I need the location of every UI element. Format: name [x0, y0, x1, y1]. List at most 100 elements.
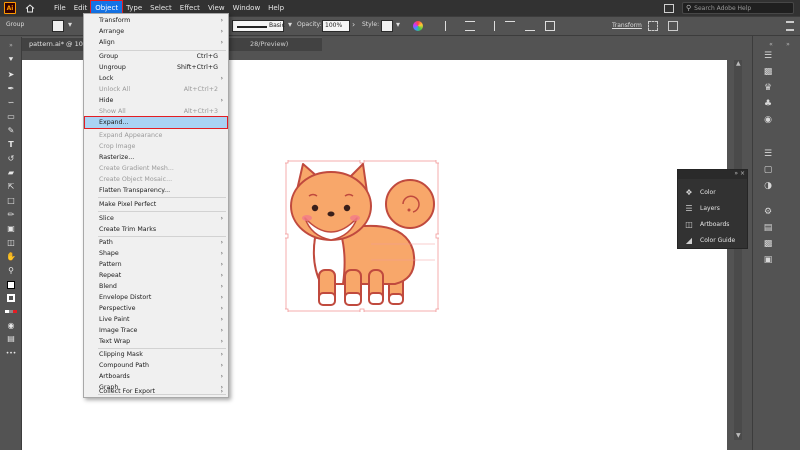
- zoom-tool-icon[interactable]: ⚲: [4, 265, 18, 275]
- more-tools-icon[interactable]: •••: [4, 348, 18, 358]
- menu-help[interactable]: Help: [264, 1, 288, 15]
- panel-color[interactable]: ❖ Color: [684, 185, 715, 199]
- scroll-down-icon[interactable]: ▼: [736, 432, 741, 439]
- menu-item-ungroup[interactable]: Ungroup Shift+Ctrl+G: [84, 62, 228, 73]
- menu-item-expand[interactable]: Expand...: [84, 116, 228, 129]
- stroke-swatch-icon[interactable]: [4, 293, 18, 303]
- search-help-input[interactable]: ⚲ Search Adobe Help: [682, 2, 794, 14]
- menu-item-slice[interactable]: Slice ›: [84, 213, 228, 224]
- free-transform-tool-icon[interactable]: □: [4, 195, 18, 205]
- transparency-panel-icon[interactable]: ◑: [761, 180, 775, 192]
- menu-item-flatten-transparency[interactable]: Flatten Transparency...: [84, 185, 228, 196]
- expand-panels-icon[interactable]: «: [764, 38, 778, 50]
- vertical-scrollbar[interactable]: [734, 60, 742, 440]
- menu-item-blend[interactable]: Blend ›: [84, 281, 228, 292]
- pen-tool-icon[interactable]: ✒: [4, 83, 18, 93]
- direct-selection-tool-icon[interactable]: ➤: [4, 69, 18, 79]
- hand-tool-icon[interactable]: ✋: [4, 251, 18, 261]
- menu-window[interactable]: Window: [229, 1, 265, 15]
- menu-item-align[interactable]: Align ›: [84, 37, 228, 48]
- fill-stroke-swatch-icon[interactable]: [4, 280, 18, 290]
- collapse-dock-icon[interactable]: »: [781, 38, 795, 50]
- graphic-styles-icon[interactable]: ◉: [761, 114, 775, 126]
- transform-panel-icon[interactable]: ▣: [761, 254, 775, 266]
- screen-mode-icon[interactable]: ▤: [4, 333, 18, 343]
- shiba-dog-artwork[interactable]: [285, 160, 439, 312]
- rectangle-tool-icon[interactable]: ▭: [4, 111, 18, 121]
- menu-item-image-trace[interactable]: Image Trace ›: [84, 325, 228, 336]
- menu-item-pattern[interactable]: Pattern ›: [84, 259, 228, 270]
- align-center-icon[interactable]: [465, 21, 475, 31]
- scale-tool-icon[interactable]: ⇱: [4, 181, 18, 191]
- menu-item-clipping-mask[interactable]: Clipping Mask ›: [84, 349, 228, 360]
- appearance-panel-icon[interactable]: ⚙: [761, 206, 775, 218]
- symbols-icon[interactable]: ♣: [761, 98, 775, 110]
- rotate-tool-icon[interactable]: ↺: [4, 153, 18, 163]
- menu-item-shape[interactable]: Shape ›: [84, 248, 228, 259]
- menu-item-artboards[interactable]: Artboards ›: [84, 371, 228, 382]
- drawing-modes-icon[interactable]: ◉: [4, 320, 18, 330]
- menu-item-lock[interactable]: Lock ›: [84, 73, 228, 84]
- shape-builder-tool-icon[interactable]: ▣: [4, 223, 18, 233]
- curvature-tool-icon[interactable]: ∽: [4, 97, 18, 107]
- selection-tool-icon[interactable]: ⯆: [4, 55, 18, 65]
- isolate-group-icon[interactable]: [668, 21, 678, 31]
- libraries-icon[interactable]: ▩: [761, 66, 775, 78]
- tools-collapse-icon[interactable]: »: [4, 40, 18, 50]
- align-left-icon[interactable]: [445, 21, 455, 31]
- style-chevron-icon[interactable]: ▾: [396, 20, 400, 29]
- align-panel-icon[interactable]: ▤: [761, 222, 775, 234]
- artboard-tool-icon[interactable]: ◫: [4, 237, 18, 247]
- none-color-icon[interactable]: [4, 306, 18, 316]
- pathfinder-panel-icon[interactable]: ▩: [761, 238, 775, 250]
- panel-header[interactable]: » ×: [678, 170, 747, 179]
- menu-item-hide[interactable]: Hide ›: [84, 95, 228, 106]
- menu-item-rasterize[interactable]: Rasterize...: [84, 152, 228, 163]
- transform-link[interactable]: Transform: [612, 22, 642, 29]
- menu-item-compound-path[interactable]: Compound Path ›: [84, 360, 228, 371]
- brush-tool-icon[interactable]: ✎: [4, 125, 18, 135]
- gradient-panel-icon[interactable]: ▢: [761, 164, 775, 176]
- menu-item-make-pixel-perfect[interactable]: Make Pixel Perfect: [84, 199, 228, 210]
- menu-item-repeat[interactable]: Repeat ›: [84, 270, 228, 281]
- menu-item-live-paint[interactable]: Live Paint ›: [84, 314, 228, 325]
- panel-artboards[interactable]: ◫ Artboards: [684, 217, 729, 231]
- brushes-icon[interactable]: ♛: [761, 82, 775, 94]
- transform-each-icon[interactable]: [648, 21, 658, 31]
- align-middle-icon[interactable]: [525, 21, 535, 31]
- fill-swatch[interactable]: [52, 20, 64, 32]
- menu-item-path[interactable]: Path ›: [84, 237, 228, 248]
- menu-item-group[interactable]: Group Ctrl+G: [84, 51, 228, 62]
- panel-layers[interactable]: ☰ Layers: [684, 201, 719, 215]
- panel-menu-icon[interactable]: [786, 21, 794, 31]
- align-top-icon[interactable]: [505, 21, 515, 31]
- eyedropper-tool-icon[interactable]: ✏: [4, 209, 18, 219]
- opacity-chevron-icon[interactable]: ›: [352, 20, 355, 29]
- stroke-profile-select[interactable]: Basic: [232, 20, 285, 32]
- panel-close-icon[interactable]: ×: [740, 170, 745, 177]
- arrange-documents-icon[interactable]: [664, 3, 674, 13]
- properties-icon[interactable]: ☰: [761, 50, 775, 62]
- fill-chevron-icon[interactable]: ▾: [68, 20, 72, 29]
- type-tool-icon[interactable]: T: [4, 139, 18, 149]
- graphic-style-swatch[interactable]: [381, 20, 393, 32]
- panel-collapse-icon[interactable]: »: [734, 170, 738, 177]
- menu-item-transform[interactable]: Transform ›: [84, 15, 228, 26]
- eraser-tool-icon[interactable]: ▰: [4, 167, 18, 177]
- recolor-artwork-icon[interactable]: [413, 21, 423, 31]
- menu-item-text-wrap[interactable]: Text Wrap ›: [84, 336, 228, 347]
- panel-color-guide[interactable]: ◢ Color Guide: [684, 233, 735, 247]
- menu-item-arrange[interactable]: Arrange ›: [84, 26, 228, 37]
- menu-item-create-trim-marks[interactable]: Create Trim Marks: [84, 224, 228, 235]
- stroke-style-chevron-icon[interactable]: ▾: [288, 20, 292, 29]
- stroke-panel-icon[interactable]: ☰: [761, 148, 775, 160]
- align-right-icon[interactable]: [485, 21, 495, 31]
- menu-item-collect-for-export[interactable]: Collect For Export ›: [84, 386, 228, 397]
- menu-file[interactable]: File: [50, 1, 70, 15]
- opacity-input[interactable]: 100%: [322, 20, 350, 32]
- align-bottom-icon[interactable]: [545, 21, 555, 31]
- scroll-up-icon[interactable]: ▲: [736, 60, 741, 67]
- menu-item-envelope-distort[interactable]: Envelope Distort ›: [84, 292, 228, 303]
- home-icon[interactable]: [24, 2, 36, 14]
- menu-item-perspective[interactable]: Perspective ›: [84, 303, 228, 314]
